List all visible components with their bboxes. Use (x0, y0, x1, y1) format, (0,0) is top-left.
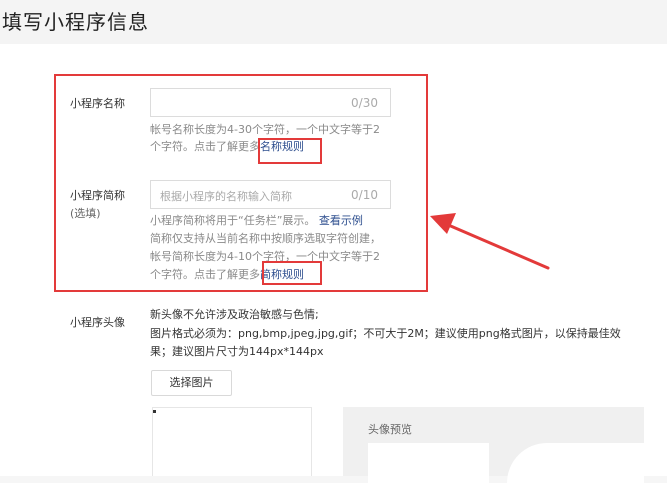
avatar-crop-area[interactable] (152, 407, 312, 476)
avatar-note-1: 新头像不允许涉及政治敏感与色情; (150, 308, 319, 321)
avatar-note-3: 果；建议图片尺寸为144px*144px (150, 345, 324, 358)
avatar-preview-title: 头像预览 (368, 423, 412, 436)
avatar-preview-square (368, 443, 489, 483)
crop-handle[interactable] (153, 410, 156, 413)
avatar-note-2: 图片格式必须为：png,bmp,jpeg,jpg,gif；不可大于2M；建议使用… (150, 327, 621, 340)
annotation-arrow-icon (430, 213, 550, 270)
select-image-button[interactable]: 选择图片 (151, 370, 232, 396)
avatar-preview-round (507, 443, 644, 483)
avatar-preview-panel: 头像预览 (343, 407, 644, 483)
avatar-label: 小程序头像 (70, 316, 125, 329)
